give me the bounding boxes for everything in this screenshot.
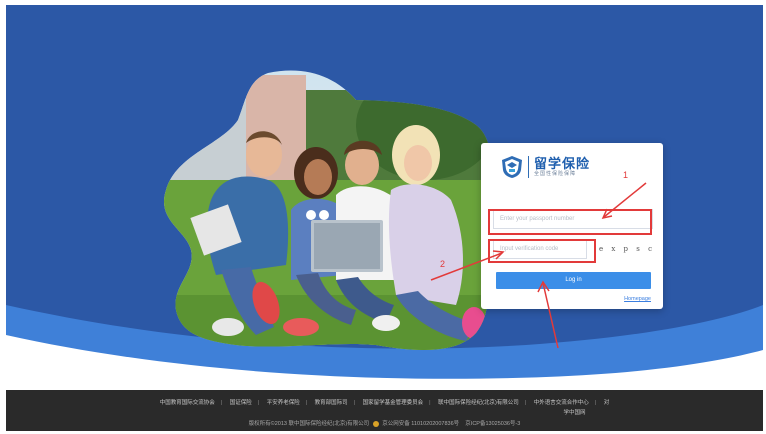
icp-record-link[interactable]: 京ICP备13025036号-3	[465, 421, 520, 427]
page: 留学保险 全国性保险保障 Enter your passport number …	[6, 5, 763, 431]
footer-link[interactable]: 教育部国际司	[312, 400, 351, 406]
hero-banner: 留学保险 全国性保险保障 Enter your passport number …	[6, 5, 763, 390]
footer-separator: |	[220, 400, 223, 406]
copyright-text: 版权所有©2013 联中国际保险经纪(北京)有限公司	[248, 421, 370, 427]
footer-link[interactable]: 对	[601, 400, 613, 406]
footer-link[interactable]: 中外语言交流合作中心	[531, 400, 592, 406]
footer-copyright: 版权所有©2013 联中国际保险经纪(北京)有限公司 京公网安备 1101020…	[6, 419, 763, 427]
footer-separator: |	[353, 400, 356, 406]
footer-link[interactable]: 平安养老保险	[264, 400, 303, 406]
footer-link[interactable]: 中国教育国际交流协会	[157, 400, 218, 406]
step-number-2: 2	[440, 259, 446, 269]
footer-separator: |	[257, 400, 260, 406]
footer-separator: |	[429, 400, 431, 406]
step-number-1: 1	[623, 170, 629, 180]
footer-links: 中国教育国际交流协会 | 国证保险 | 平安养老保险 | 教育部国际司 | 国家留学基金…	[6, 398, 763, 406]
footer-separator: |	[594, 400, 597, 406]
footer-link[interactable]: 国证保险	[227, 400, 255, 406]
arrow-step-1	[603, 182, 647, 218]
police-record-link[interactable]: 京公网安备 11010202007836号	[382, 421, 459, 427]
annotation-arrows	[430, 182, 647, 349]
footer-link[interactable]: 国家留学基金管理委员会	[360, 400, 427, 406]
arrow-step-3	[542, 282, 559, 349]
footer: 中国教育国际交流协会 | 国证保险 | 平安养老保险 | 教育部国际司 | 国家留学基金…	[6, 390, 763, 431]
footer-link[interactable]: 学中国网	[6, 408, 763, 416]
footer-link[interactable]: 联中国际保险经纪(北京)有限公司	[435, 400, 522, 406]
footer-separator: |	[305, 400, 308, 406]
police-badge-icon	[372, 420, 379, 427]
footer-separator: |	[524, 400, 527, 406]
